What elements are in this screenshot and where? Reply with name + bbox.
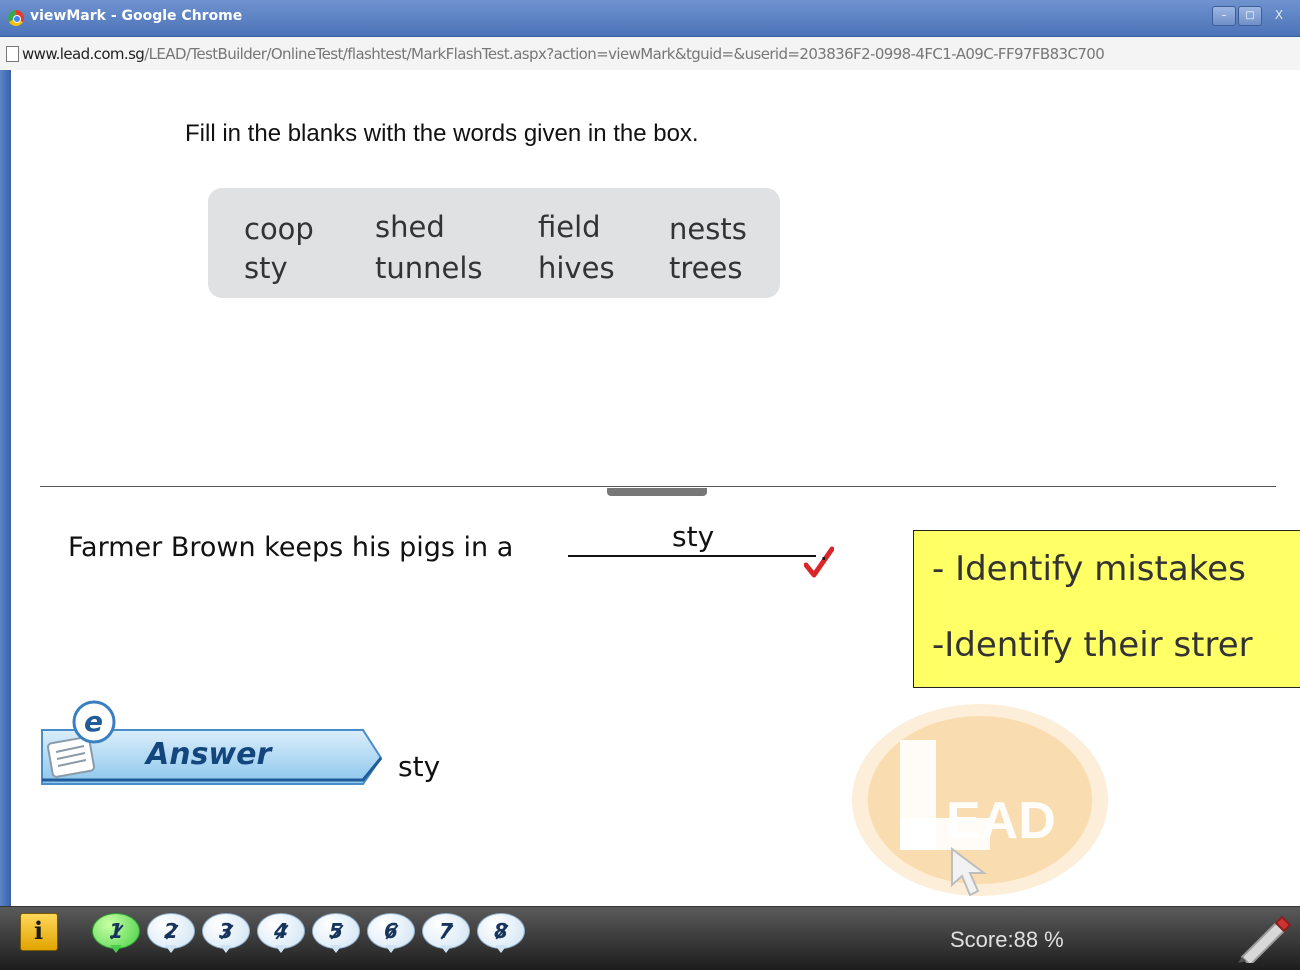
word-item: field bbox=[538, 210, 601, 244]
maximize-button[interactable]: □ bbox=[1238, 6, 1262, 26]
question-button-6[interactable]: 6 bbox=[367, 913, 417, 953]
question-button-4[interactable]: 4 bbox=[257, 913, 307, 953]
address-bar[interactable]: www.lead.com.sg/LEAD/TestBuilder/OnlineT… bbox=[0, 37, 1300, 71]
window-frame-left bbox=[0, 70, 11, 906]
word-item: hives bbox=[538, 251, 615, 285]
info-button[interactable]: i bbox=[20, 913, 58, 951]
answer-label: Answer bbox=[146, 737, 272, 772]
divider-grip-handle[interactable] bbox=[607, 488, 707, 496]
question-sentence: Farmer Brown keeps his pigs in a bbox=[68, 532, 514, 563]
word-item: trees bbox=[669, 251, 743, 285]
answer-blank-line bbox=[568, 555, 816, 557]
info-icon: i bbox=[34, 916, 44, 945]
note-line: -Identify their strer bbox=[932, 625, 1253, 665]
svg-text:EAD: EAD bbox=[946, 792, 1056, 850]
svg-text:e: e bbox=[84, 705, 103, 738]
question-button-1[interactable]: 1 bbox=[92, 913, 142, 953]
url-path: /LEAD/TestBuilder/OnlineTest/flashtest/M… bbox=[144, 45, 1105, 63]
word-item: shed bbox=[375, 210, 445, 244]
cursor-icon bbox=[951, 847, 987, 897]
pen-icon[interactable] bbox=[1232, 913, 1292, 963]
question-button-8[interactable]: 8 bbox=[477, 913, 527, 953]
word-item: tunnels bbox=[375, 251, 483, 285]
answer-value: sty bbox=[398, 750, 441, 783]
word-item: nests bbox=[669, 212, 747, 246]
panel-divider bbox=[40, 486, 1276, 487]
question-button-3[interactable]: 3 bbox=[202, 913, 252, 953]
student-answer: sty bbox=[672, 520, 715, 553]
question-button-2[interactable]: 2 bbox=[147, 913, 197, 953]
annotation-note: - Identify mistakes -Identify their stre… bbox=[913, 530, 1300, 688]
window-title: viewMark - Google Chrome bbox=[30, 8, 243, 24]
score-display: Score:88 % bbox=[950, 927, 1064, 952]
chrome-icon bbox=[8, 10, 24, 26]
checkmark-icon bbox=[804, 546, 834, 578]
question-button-5[interactable]: 5 bbox=[312, 913, 362, 953]
word-box: coop shed field nests sty tunnels hives … bbox=[208, 188, 780, 298]
question-button-7[interactable]: 7 bbox=[422, 913, 472, 953]
url-text[interactable]: www.lead.com.sg/LEAD/TestBuilder/OnlineT… bbox=[22, 45, 1105, 63]
minimize-button[interactable]: – bbox=[1212, 6, 1236, 26]
word-item: sty bbox=[244, 251, 288, 285]
page-icon bbox=[6, 46, 19, 62]
window-controls: – □ X bbox=[1212, 6, 1294, 26]
close-button[interactable]: X bbox=[1264, 6, 1294, 24]
note-line: - Identify mistakes bbox=[932, 549, 1246, 589]
sentence-period: . bbox=[820, 536, 828, 566]
question-instruction: Fill in the blanks with the words given … bbox=[185, 120, 699, 147]
url-domain: www.lead.com.sg bbox=[22, 45, 145, 63]
window-titlebar: viewMark - Google Chrome – □ X bbox=[0, 0, 1300, 37]
word-item: coop bbox=[244, 212, 314, 246]
bottom-toolbar: i 1 2 3 4 5 6 7 8 Score:88 % bbox=[0, 906, 1300, 970]
